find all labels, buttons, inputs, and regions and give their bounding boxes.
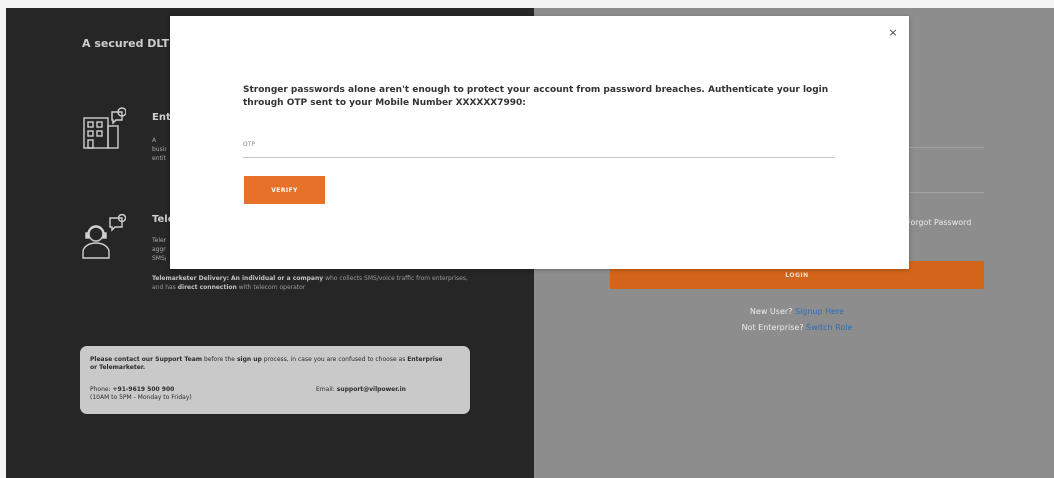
support-hours: (10AM to 5PM - Monday to Friday)	[90, 394, 192, 401]
support-text-5: to choose as	[367, 356, 406, 363]
tm-delivery-text-4: with telecom operator	[238, 284, 306, 291]
support-phone: Phone: +91-9619 500 900 (10AM to 5PM - M…	[90, 386, 192, 402]
otp-message: Stronger passwords alone aren't enough t…	[243, 85, 829, 108]
phone-number[interactable]: +91-9619 500 900	[113, 386, 175, 393]
email-address[interactable]: support@vilpower.in	[337, 386, 406, 393]
tm-delivery-label: Telemarketer Delivery:	[152, 275, 230, 282]
forgot-password-link[interactable]: Forgot Password	[906, 218, 971, 227]
signup-line: New User? Signup Here	[610, 307, 984, 316]
username-field-underline[interactable]	[906, 147, 984, 148]
telemarketer-delivery-desc: Telemarketer Delivery: An individual or …	[152, 274, 472, 292]
tm-delivery-bold-1: An individual or a company	[230, 275, 324, 282]
new-user-text: New User?	[749, 307, 793, 316]
login-page: A secured DLT platform for commercial co…	[6, 8, 1054, 478]
not-enterprise-text: Not Enterprise?	[741, 323, 804, 332]
verify-button[interactable]: VERIFY	[244, 176, 325, 204]
support-signup-bold: sign up	[236, 356, 262, 363]
support-text-4: process, in case you are confused	[263, 356, 366, 363]
telemarketer-desc: Telemarketer aggregator: SMS/voice traff…	[152, 237, 166, 262]
enterprise-desc: A business entity who sends commercial m…	[152, 137, 166, 162]
close-icon[interactable]: ×	[886, 26, 900, 40]
support-text-2: before the	[203, 356, 236, 363]
support-team-label: Please contact our Support Team	[90, 356, 203, 363]
support-email: Email: support@vilpower.in	[316, 386, 406, 394]
otp-modal: × Stronger passwords alone aren't enough…	[170, 16, 909, 269]
password-field-underline[interactable]	[906, 192, 984, 193]
email-label: Email:	[316, 386, 335, 393]
otp-input[interactable]	[243, 147, 835, 158]
support-text: Please contact our Support Team before t…	[90, 356, 450, 372]
signup-link[interactable]: Signup Here	[795, 307, 844, 316]
enterprise-building-icon	[78, 106, 127, 154]
switch-role-line: Not Enterprise? Switch Role	[610, 323, 984, 332]
phone-label: Phone:	[90, 386, 111, 393]
switch-role-link[interactable]: Switch Role	[806, 323, 852, 332]
tm-delivery-bold-2: direct connection	[177, 284, 237, 291]
support-box: Please contact our Support Team before t…	[80, 346, 470, 414]
telemarketer-agent-icon	[78, 213, 127, 262]
